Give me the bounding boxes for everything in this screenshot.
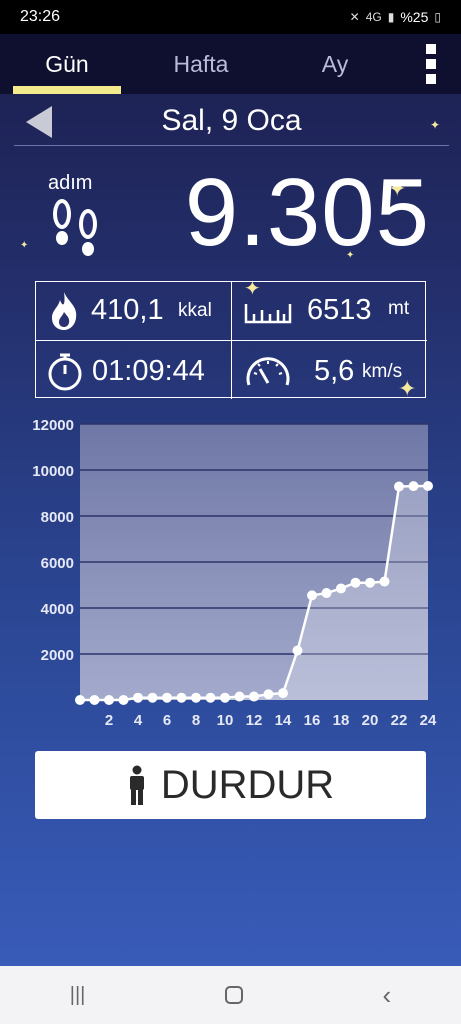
speedometer-icon bbox=[246, 357, 290, 386]
y-tick-label: 8000 bbox=[41, 509, 74, 526]
distance-value: 6513 bbox=[307, 294, 372, 326]
x-tick-label: 24 bbox=[420, 712, 437, 729]
data-point bbox=[75, 695, 85, 705]
speed-unit: km/s bbox=[362, 361, 403, 382]
date-navigation: Sal, 9 Oca bbox=[14, 96, 449, 146]
data-point bbox=[394, 481, 404, 492]
ruler-icon bbox=[244, 304, 292, 324]
y-tick-label: 6000 bbox=[41, 555, 74, 572]
status-icons: ✕ 4G ▮ %25 ▯ bbox=[350, 9, 441, 25]
calories-cell: 410,1 kkal bbox=[36, 282, 231, 340]
data-point bbox=[191, 692, 201, 703]
y-tick-label: 2000 bbox=[41, 647, 74, 664]
footprints-icon bbox=[53, 199, 97, 256]
tab-week[interactable]: Hafta bbox=[134, 34, 268, 94]
data-point bbox=[379, 576, 390, 587]
system-nav-bar: ||| ‹ bbox=[0, 966, 461, 1024]
network-icon: 4G bbox=[365, 10, 382, 24]
calories-value: 410,1 bbox=[91, 294, 164, 326]
previous-day-icon[interactable] bbox=[26, 106, 52, 138]
data-point bbox=[365, 577, 375, 588]
person-icon bbox=[129, 765, 144, 805]
data-point bbox=[263, 689, 274, 700]
y-tick-label: 10000 bbox=[32, 463, 74, 480]
distance-cell: 6513 mt bbox=[231, 282, 427, 340]
data-point bbox=[307, 590, 317, 601]
distance-unit: mt bbox=[388, 298, 410, 319]
x-tick-label: 16 bbox=[304, 712, 321, 729]
chart-svg: 20004000600080001000012000 2 4 6 8 10 12 14 16 1… bbox=[32, 417, 437, 729]
data-point bbox=[118, 695, 129, 705]
y-tick-label: 12000 bbox=[32, 417, 74, 434]
data-point bbox=[147, 692, 158, 703]
data-point bbox=[278, 688, 288, 699]
data-point bbox=[89, 695, 100, 705]
stop-button[interactable]: DURDUR bbox=[35, 751, 426, 819]
x-tick-label: 12 bbox=[246, 712, 263, 729]
flame-icon bbox=[52, 292, 77, 330]
data-point bbox=[133, 692, 143, 703]
tab-month[interactable]: Ay bbox=[268, 34, 402, 94]
x-tick-label: 14 bbox=[275, 712, 292, 729]
x-tick-label: 18 bbox=[333, 712, 350, 729]
data-point bbox=[423, 480, 433, 491]
steps-label: adım bbox=[48, 172, 93, 194]
data-point bbox=[249, 691, 259, 702]
recent-apps-icon[interactable]: ||| bbox=[70, 984, 86, 1007]
data-point bbox=[336, 583, 346, 594]
stats-grid: 410,1 kkal 6513 mt 01:09:44 5,6 km/s bbox=[35, 281, 427, 399]
status-bar: 23:26 ✕ 4G ▮ %25 ▯ bbox=[0, 0, 461, 34]
data-point bbox=[205, 692, 216, 703]
sparkle-icon: ✦ bbox=[430, 118, 441, 132]
data-point bbox=[104, 695, 114, 705]
x-tick-label: 22 bbox=[391, 712, 408, 729]
data-point bbox=[162, 692, 172, 703]
calories-unit: kkal bbox=[178, 300, 212, 321]
x-tick-label: 4 bbox=[134, 712, 143, 729]
x-tick-label: 2 bbox=[105, 712, 113, 729]
step-count: 9.305 bbox=[184, 159, 430, 266]
date-label: Sal, 9 Oca bbox=[161, 103, 302, 137]
data-point bbox=[292, 645, 303, 656]
duration-cell: 01:09:44 bbox=[36, 340, 231, 399]
hourly-steps-chart: 2000 4000 6000 8000 10000 12000 2 4 6 8 10 12 14 16 1… bbox=[0, 410, 461, 740]
battery-icon: ▯ bbox=[434, 10, 441, 24]
mute-icon: ✕ bbox=[349, 10, 360, 24]
stop-button-label: DURDUR bbox=[160, 762, 335, 807]
speed-cell: 5,6 km/s bbox=[231, 340, 427, 399]
signal-icon: ▮ bbox=[387, 10, 395, 24]
back-icon[interactable]: ‹ bbox=[383, 980, 392, 1011]
data-point bbox=[408, 481, 419, 492]
data-point bbox=[234, 691, 245, 702]
data-point bbox=[220, 692, 230, 703]
sparkle-icon: ✦ bbox=[20, 240, 29, 251]
battery-percent: %25 bbox=[400, 9, 429, 25]
duration-value: 01:09:44 bbox=[92, 355, 205, 387]
speed-value: 5,6 bbox=[314, 355, 355, 387]
stopwatch-icon bbox=[48, 353, 82, 391]
status-time: 23:26 bbox=[20, 8, 61, 25]
y-tick-label: 4000 bbox=[41, 601, 74, 618]
home-icon[interactable] bbox=[224, 986, 243, 1004]
overflow-menu-icon[interactable] bbox=[421, 44, 441, 84]
x-tick-label: 20 bbox=[362, 712, 379, 729]
x-tick-label: 6 bbox=[163, 712, 171, 729]
data-point bbox=[176, 692, 187, 703]
x-tick-label: 10 bbox=[217, 712, 234, 729]
data-point bbox=[321, 588, 332, 599]
period-tabs: Gün Hafta Ay bbox=[0, 34, 461, 94]
x-tick-label: 8 bbox=[192, 712, 200, 729]
tab-day[interactable]: Gün bbox=[0, 34, 134, 94]
data-point bbox=[350, 577, 361, 588]
